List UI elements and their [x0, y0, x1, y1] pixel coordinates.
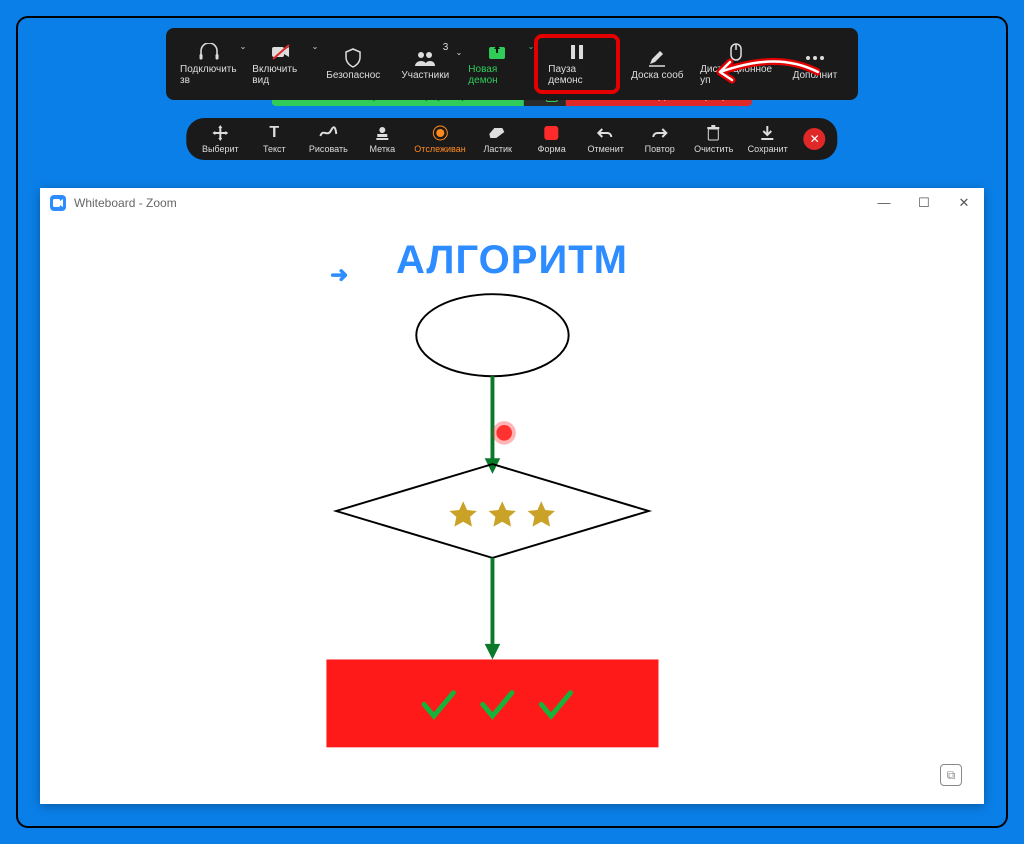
video-button[interactable]: ⌄ Включить вид [246, 38, 316, 90]
caret-icon[interactable]: ⌄ [456, 48, 463, 57]
draw-tool[interactable]: Рисовать [306, 124, 350, 154]
flowchart-start-ellipse [416, 294, 568, 376]
close-icon: ✕ [810, 132, 820, 146]
window-controls: — ☐ ✕ [874, 195, 974, 211]
star-group [449, 501, 554, 526]
caret-icon[interactable]: ⌄ [528, 42, 535, 51]
close-window-button[interactable]: ✕ [954, 195, 974, 211]
people-icon [414, 48, 436, 68]
pause-share-button[interactable]: Пауза демонс [542, 38, 612, 90]
zoom-logo-icon [50, 195, 66, 211]
minimize-button[interactable]: — [874, 195, 894, 211]
text-icon: T [269, 124, 279, 142]
participants-button[interactable]: 3 ⌄ Участники [390, 44, 460, 85]
annotate-label: Доска сооб [631, 70, 683, 81]
headphones-icon [198, 42, 220, 62]
pause-highlight: Пауза демонс [534, 34, 620, 94]
save-tool[interactable]: Сохранит [746, 124, 790, 154]
security-button[interactable]: Безопаснос [318, 44, 388, 85]
eraser-icon [489, 124, 507, 142]
callout-arrow-icon [700, 54, 820, 90]
text-tool[interactable]: T Текст [252, 124, 296, 154]
format-tool[interactable]: Форма [530, 124, 574, 154]
window-titlebar[interactable]: Whiteboard - Zoom — ☐ ✕ [40, 188, 984, 218]
whiteboard-window: Whiteboard - Zoom — ☐ ✕ ➜ АЛГОРИТМ [40, 188, 984, 804]
flowchart-process-rect [326, 659, 658, 747]
stamp-icon [374, 124, 390, 142]
scribble-icon [319, 124, 337, 142]
spotlight-icon [432, 124, 448, 142]
annotate-button[interactable]: Доска сооб [622, 44, 692, 85]
clear-tool[interactable]: Очистить [692, 124, 736, 154]
participants-label: Участники [401, 70, 449, 81]
window-title: Whiteboard - Zoom [74, 196, 177, 210]
maximize-button[interactable]: ☐ [914, 195, 934, 211]
move-icon [212, 124, 228, 142]
stamp-tool[interactable]: Метка [360, 124, 404, 154]
spotlight-tool[interactable]: Отслеживан [414, 124, 465, 154]
shield-icon [344, 48, 362, 68]
video-label: Включить вид [252, 64, 310, 86]
redo-icon [651, 124, 669, 142]
caret-icon[interactable]: ⌄ [240, 42, 247, 51]
share-icon [487, 42, 507, 62]
select-tool[interactable]: Выберит [198, 124, 242, 154]
audio-button[interactable]: ⌄ Подключить зв [174, 38, 244, 90]
whiteboard-canvas[interactable]: ➜ АЛГОРИТМ [40, 218, 984, 804]
participants-count: 3 [443, 42, 449, 53]
undo-tool[interactable]: Отменит [584, 124, 628, 154]
pause-label: Пауза демонс [548, 64, 606, 86]
flowchart-svg [40, 218, 984, 804]
audio-label: Подключить зв [180, 64, 238, 86]
video-off-icon [270, 42, 292, 62]
copy-icon: ⧉ [947, 768, 956, 783]
annotation-toolbar: Выберит T Текст Рисовать Метка Отслежива… [186, 118, 837, 160]
security-label: Безопаснос [326, 70, 380, 81]
new-share-label: Новая демон [468, 64, 526, 86]
redo-tool[interactable]: Повтор [638, 124, 682, 154]
pause-icon [569, 42, 585, 62]
close-annotation-button[interactable]: ✕ [804, 128, 826, 150]
copy-canvas-button[interactable]: ⧉ [940, 764, 962, 786]
download-icon [760, 124, 776, 142]
new-share-button[interactable]: ⌄ Новая демон [462, 38, 532, 90]
undo-icon [597, 124, 615, 142]
color-square-icon [544, 124, 560, 142]
app-frame: ⌄ Подключить зв ⌄ Включить вид Безопасно… [16, 16, 1008, 828]
caret-icon[interactable]: ⌄ [312, 42, 319, 51]
trash-icon [707, 124, 721, 142]
pencil-icon [647, 48, 667, 68]
eraser-tool[interactable]: Ластик [476, 124, 520, 154]
